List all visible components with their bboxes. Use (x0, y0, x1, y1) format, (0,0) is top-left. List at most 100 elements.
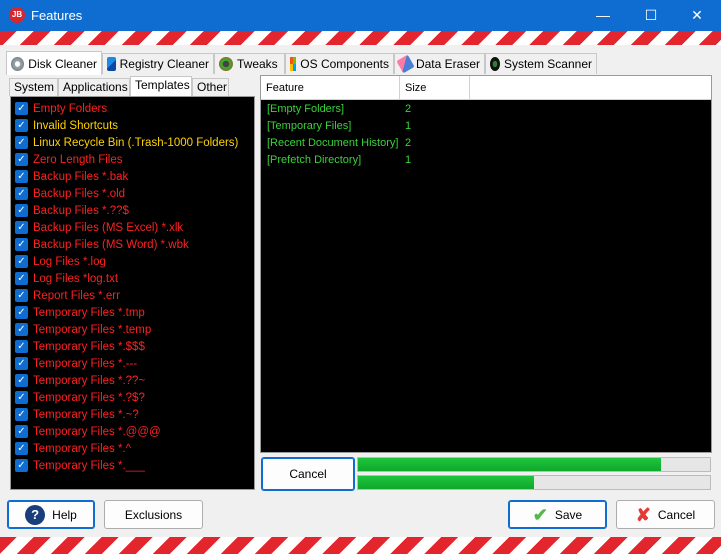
feature-label: Temporary Files *.--- (33, 357, 138, 370)
checkbox-checked-icon[interactable]: ✓ (15, 204, 28, 217)
feature-label: Log Files *log.txt (33, 272, 119, 285)
feature-checkbox-item[interactable]: ✓ Temporary Files *.___ (15, 457, 145, 474)
cross-icon: ✘ (635, 504, 651, 525)
help-icon: ? (25, 504, 46, 525)
checkbox-checked-icon[interactable]: ✓ (15, 102, 28, 115)
feature-checkbox-item[interactable]: ✓ Log Files *.log (15, 253, 106, 270)
close-icon[interactable]: ✕ (674, 0, 720, 31)
checkbox-checked-icon[interactable]: ✓ (15, 340, 28, 353)
feature-checkbox-item[interactable]: ✓ Backup Files *.??$ (15, 202, 129, 219)
tab-tweaks[interactable]: Tweaks (214, 53, 285, 74)
checkbox-checked-icon[interactable]: ✓ (15, 119, 28, 132)
size-cell: 1 (405, 154, 412, 166)
registry-icon (107, 57, 116, 71)
scan-progress-primary (357, 457, 711, 472)
checkbox-checked-icon[interactable]: ✓ (15, 272, 28, 285)
feature-label: Temporary Files *.tmp (33, 306, 145, 319)
subtab-templates[interactable]: Templates (130, 76, 192, 97)
feature-checkbox-item[interactable]: ✓ Temporary Files *.$$$ (15, 338, 145, 355)
tab-disk-cleaner[interactable]: Disk Cleaner (6, 51, 102, 75)
checkbox-checked-icon[interactable]: ✓ (15, 289, 28, 302)
feature-checkbox-item[interactable]: ✓ Temporary Files *.??~ (15, 372, 145, 389)
feature-cell: [Temporary Files] (267, 120, 352, 132)
save-button[interactable]: ✔ Save (508, 500, 607, 529)
progress-fill (358, 458, 661, 471)
feature-label: Empty Folders (33, 102, 108, 115)
help-label: Help (52, 507, 77, 522)
feature-checkbox-item[interactable]: ✓ Report Files *.err (15, 287, 120, 304)
table-row[interactable]: [Empty Folders] 2 (261, 101, 711, 118)
feature-label: Backup Files *.bak (33, 170, 129, 183)
maximize-icon[interactable]: ☐ (628, 0, 674, 31)
feature-checkbox-item[interactable]: ✓ Temporary Files *.?$? (15, 389, 145, 406)
scan-cancel-button[interactable]: Cancel (261, 457, 355, 491)
tab-label: OS Components (300, 57, 389, 71)
tab-data-eraser[interactable]: Data Eraser (394, 53, 485, 74)
table-row[interactable]: [Recent Document History] 2 (261, 135, 711, 152)
feature-label: Backup Files *.??$ (33, 204, 129, 217)
cancel-button[interactable]: ✘ Cancel (616, 500, 715, 529)
save-label: Save (554, 507, 583, 522)
checkbox-checked-icon[interactable]: ✓ (15, 374, 28, 387)
feature-checkbox-item[interactable]: ✓ Temporary Files *.^ (15, 440, 131, 457)
column-header-feature[interactable]: Feature (261, 76, 400, 100)
feature-checkbox-item[interactable]: ✓ Temporary Files *.tmp (15, 304, 145, 321)
feature-label: Temporary Files *.@@@ (33, 425, 161, 438)
feature-checkbox-item[interactable]: ✓ Temporary Files *.--- (15, 355, 137, 372)
feature-checkbox-item[interactable]: ✓ Log Files *log.txt (15, 270, 118, 287)
checkbox-checked-icon[interactable]: ✓ (15, 306, 28, 319)
checkbox-checked-icon[interactable]: ✓ (15, 425, 28, 438)
subtab-other[interactable]: Other (192, 78, 229, 96)
checkbox-checked-icon[interactable]: ✓ (15, 136, 28, 149)
feature-label: Temporary Files *.temp (33, 323, 152, 336)
subtab-system[interactable]: System (9, 78, 58, 96)
subtab-applications[interactable]: Applications (58, 78, 130, 96)
progress-fill (358, 476, 534, 489)
help-button[interactable]: ? Help (7, 500, 95, 529)
checkbox-checked-icon[interactable]: ✓ (15, 323, 28, 336)
size-cell: 2 (405, 103, 412, 115)
tab-registry-cleaner[interactable]: Registry Cleaner (102, 53, 214, 74)
tab-os-components[interactable]: OS Components (285, 53, 394, 74)
feature-cell: [Prefetch Directory] (267, 154, 362, 166)
checkbox-checked-icon[interactable]: ✓ (15, 255, 28, 268)
checkbox-checked-icon[interactable]: ✓ (15, 170, 28, 183)
scanner-icon (490, 57, 500, 71)
checkbox-checked-icon[interactable]: ✓ (15, 187, 28, 200)
table-row[interactable]: [Prefetch Directory] 1 (261, 152, 711, 169)
decorative-stripes-top (0, 31, 721, 45)
table-row[interactable]: [Temporary Files] 1 (261, 118, 711, 135)
checkbox-checked-icon[interactable]: ✓ (15, 153, 28, 166)
feature-checkbox-item[interactable]: ✓ Temporary Files *.temp (15, 321, 151, 338)
tab-system-scanner[interactable]: System Scanner (485, 53, 597, 74)
feature-checkbox-item[interactable]: ✓ Invalid Shortcuts (15, 117, 118, 134)
cancel-label: Cancel (657, 507, 696, 522)
feature-checkbox-item[interactable]: ✓ Linux Recycle Bin (.Trash-1000 Folders) (15, 134, 238, 151)
checkbox-checked-icon[interactable]: ✓ (15, 221, 28, 234)
minimize-icon[interactable]: — (580, 0, 626, 31)
feature-label: Temporary Files *.$$$ (33, 340, 145, 353)
column-header-size[interactable]: Size (400, 76, 470, 100)
feature-label: Log Files *.log (33, 255, 106, 268)
exclusions-button[interactable]: Exclusions (104, 500, 203, 529)
table-header: Feature Size (261, 76, 711, 100)
feature-checkbox-item[interactable]: ✓ Backup Files *.bak (15, 168, 128, 185)
checkbox-checked-icon[interactable]: ✓ (15, 391, 28, 404)
checkbox-checked-icon[interactable]: ✓ (15, 238, 28, 251)
window-title: Features (31, 8, 83, 23)
feature-checkbox-item[interactable]: ✓ Backup Files (MS Word) *.wbk (15, 236, 189, 253)
feature-checkbox-item[interactable]: ✓ Empty Folders (15, 100, 107, 117)
feature-checkbox-item[interactable]: ✓ Zero Length Files (15, 151, 123, 168)
feature-checkbox-item[interactable]: ✓ Backup Files (MS Excel) *.xlk (15, 219, 183, 236)
checkbox-checked-icon[interactable]: ✓ (15, 459, 28, 472)
size-cell: 2 (405, 137, 412, 149)
feature-label: Temporary Files *.~? (33, 408, 139, 421)
feature-checklist: ✓ Empty Folders ✓ Invalid Shortcuts ✓ Linux R… (10, 96, 255, 490)
feature-checkbox-item[interactable]: ✓ Backup Files *.old (15, 185, 125, 202)
checkbox-checked-icon[interactable]: ✓ (15, 442, 28, 455)
checkbox-checked-icon[interactable]: ✓ (15, 357, 28, 370)
decorative-stripes-bottom (0, 537, 721, 554)
feature-checkbox-item[interactable]: ✓ Temporary Files *.~? (15, 406, 139, 423)
feature-checkbox-item[interactable]: ✓ Temporary Files *.@@@ (15, 423, 161, 440)
checkbox-checked-icon[interactable]: ✓ (15, 408, 28, 421)
